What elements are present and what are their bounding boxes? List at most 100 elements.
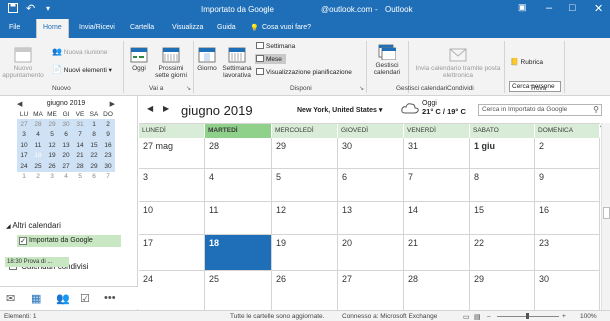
mini-day[interactable]: 17 xyxy=(17,150,31,161)
mini-day[interactable]: 16 xyxy=(101,140,115,151)
mini-day[interactable]: 23 xyxy=(101,150,115,161)
people-icon[interactable]: 👥 xyxy=(56,292,70,305)
tell-me-search[interactable]: Cosa vuoi fare? xyxy=(262,24,311,31)
mini-day[interactable]: 21 xyxy=(73,150,87,161)
mini-day[interactable]: 30 xyxy=(101,161,115,172)
zoom-in-icon[interactable]: + xyxy=(562,313,566,320)
mini-day[interactable]: 27 xyxy=(17,119,31,130)
day-cell[interactable]: 20 xyxy=(338,235,404,271)
day-cell-today[interactable]: 18 xyxy=(205,235,272,271)
tab-home[interactable]: Home xyxy=(36,19,69,39)
mini-day[interactable]: 1 xyxy=(17,172,31,183)
new-appointment-button[interactable]: Nuovo appuntamento xyxy=(2,46,44,79)
mini-day[interactable]: 25 xyxy=(31,161,45,172)
day-cell[interactable]: 15 xyxy=(470,202,535,235)
manage-calendars-button[interactable]: Gestisci calendari xyxy=(370,43,404,76)
day-cell[interactable]: 5 xyxy=(272,169,338,202)
new-meeting-button[interactable]: 👥 Nuova riunione xyxy=(52,47,108,56)
day-cell[interactable]: 10 xyxy=(139,202,205,235)
day-cell[interactable]: 7 xyxy=(404,169,470,202)
day-cell[interactable]: 25 xyxy=(205,271,272,311)
calendar-icon[interactable]: ▦ xyxy=(31,292,41,305)
day-cell[interactable]: 1 giu xyxy=(470,138,535,169)
day-cell[interactable]: 8 xyxy=(470,169,535,202)
day-view-button[interactable]: Giorno xyxy=(196,46,218,72)
reading-view-icon[interactable]: ▤ xyxy=(474,313,481,321)
view-icon[interactable]: ▭ xyxy=(463,313,470,321)
day-cell[interactable]: 16 xyxy=(535,202,600,235)
next-seven-days-button[interactable]: Prossimi sette giorni xyxy=(152,46,190,79)
maximize-icon[interactable]: □ xyxy=(569,2,576,14)
mini-day[interactable]: 3 xyxy=(17,129,31,140)
month-view-button[interactable]: Mese xyxy=(255,54,286,64)
day-cell[interactable]: 26 xyxy=(272,271,338,311)
mini-day[interactable]: 19 xyxy=(45,150,59,161)
day-cell[interactable]: 3 xyxy=(139,169,205,202)
mini-day[interactable]: 13 xyxy=(59,140,73,151)
search-icon[interactable]: ⚲ xyxy=(593,105,599,114)
mail-icon[interactable]: ✉ xyxy=(6,292,15,305)
mini-day[interactable]: 31 xyxy=(73,119,87,130)
schedule-view-button[interactable]: Visualizzazione pianificazione xyxy=(256,68,352,76)
tab-file[interactable]: File xyxy=(9,24,20,31)
day-cell[interactable]: 4 xyxy=(205,169,272,202)
day-cell[interactable]: 24 xyxy=(139,271,205,311)
day-cell[interactable]: 14 xyxy=(404,202,470,235)
mini-day[interactable]: 20 xyxy=(59,150,73,161)
mini-day[interactable]: 4 xyxy=(31,129,45,140)
tab-help[interactable]: Guida xyxy=(217,24,236,31)
work-week-button[interactable]: Settimana lavorativa xyxy=(219,46,255,79)
mini-day[interactable]: 30 xyxy=(59,119,73,130)
email-calendar-button[interactable]: Invia calendario tramite posta elettroni… xyxy=(412,46,504,79)
close-icon[interactable]: ✕ xyxy=(594,2,603,15)
mini-day[interactable]: 14 xyxy=(73,140,87,151)
day-cell[interactable]: 12 xyxy=(272,202,338,235)
mini-day[interactable]: 15 xyxy=(87,140,101,151)
day-cell[interactable]: 22 xyxy=(470,235,535,271)
day-cell[interactable]: 6 xyxy=(338,169,404,202)
dialog-launcher-icon[interactable]: ↘ xyxy=(186,85,191,92)
day-cell[interactable]: 28 xyxy=(205,138,272,169)
mini-day[interactable]: 8 xyxy=(87,129,101,140)
dialog-launcher-icon[interactable]: ↘ xyxy=(359,85,364,92)
mini-calendar-prev-icon[interactable]: ◀ xyxy=(17,100,22,108)
mini-day[interactable]: 2 xyxy=(31,172,45,183)
quick-access-dropdown-icon[interactable]: ▾ xyxy=(46,3,50,15)
mini-day[interactable]: 1 xyxy=(87,119,101,130)
other-calendars-group[interactable]: ◢ Altri calendari xyxy=(6,221,61,230)
mini-day[interactable]: 12 xyxy=(45,140,59,151)
calendar-search-input[interactable]: Cerca in Importato da Google ⚲ xyxy=(478,104,602,116)
mini-day[interactable]: 7 xyxy=(101,172,115,183)
mini-day[interactable]: 6 xyxy=(87,172,101,183)
checkbox-checked-icon[interactable]: ✓ xyxy=(19,237,27,245)
mini-day[interactable]: 2 xyxy=(101,119,115,130)
calendar-item-importato-da-google[interactable]: ✓ Importato da Google xyxy=(17,235,121,247)
day-cell[interactable]: 28 xyxy=(404,271,470,311)
location-selector[interactable]: New York, United States ▾ xyxy=(297,106,382,114)
tab-view[interactable]: Visualizza xyxy=(172,24,203,31)
new-items-button[interactable]: 📄 Nuovi elementi ▾ xyxy=(52,65,112,74)
undo-icon[interactable]: ↶ xyxy=(26,3,35,15)
day-cell[interactable]: 2 xyxy=(535,138,600,169)
mini-day[interactable]: 26 xyxy=(45,161,59,172)
calendar-event[interactable]: 18:30 Prova di ... xyxy=(5,257,69,267)
day-cell[interactable]: 30 xyxy=(535,271,600,311)
mini-day-today[interactable]: 18 xyxy=(31,150,45,161)
day-cell[interactable]: 31 xyxy=(404,138,470,169)
day-cell[interactable]: 29 xyxy=(272,138,338,169)
tab-send-receive[interactable]: Invia/Ricevi xyxy=(79,24,115,31)
mini-day[interactable]: 6 xyxy=(59,129,73,140)
vertical-scrollbar[interactable] xyxy=(601,123,610,310)
mini-day[interactable]: 7 xyxy=(73,129,87,140)
day-cell[interactable]: 30 xyxy=(338,138,404,169)
address-book-button-row[interactable]: 📒 Rubrica xyxy=(510,58,543,66)
next-month-icon[interactable]: ▶ xyxy=(163,104,169,113)
mini-day[interactable]: 27 xyxy=(59,161,73,172)
mini-day[interactable]: 9 xyxy=(101,129,115,140)
mini-day[interactable]: 29 xyxy=(45,119,59,130)
mini-day[interactable]: 10 xyxy=(17,140,31,151)
scrollbar-thumb[interactable] xyxy=(603,207,610,219)
day-cell[interactable]: 11 xyxy=(205,202,272,235)
day-cell[interactable]: 29 xyxy=(470,271,535,311)
mini-day[interactable]: 28 xyxy=(73,161,87,172)
